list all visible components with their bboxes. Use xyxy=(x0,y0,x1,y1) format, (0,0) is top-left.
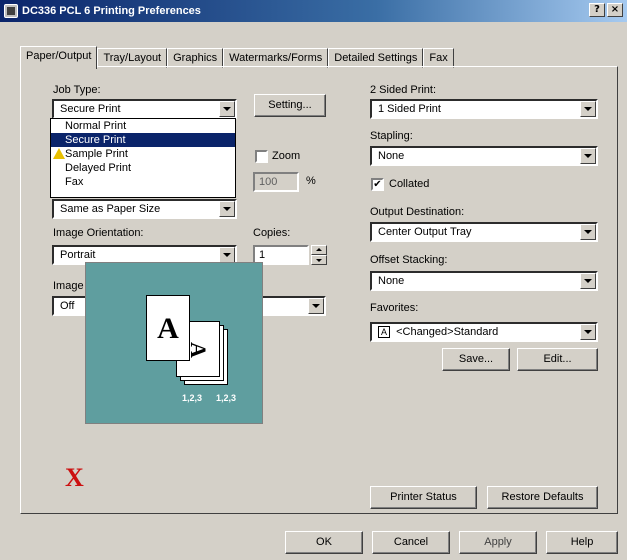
zoom-input[interactable]: 100 xyxy=(253,172,299,192)
stapling-select[interactable]: None xyxy=(370,146,598,166)
printing-preferences-window: DC336 PCL 6 Printing Preferences ? × Pap… xyxy=(0,0,627,560)
job-type-option-delayed[interactable]: Delayed Print xyxy=(51,161,235,175)
spin-up-icon[interactable] xyxy=(311,245,327,255)
job-type-label: Job Type: xyxy=(53,84,101,96)
window-title: DC336 PCL 6 Printing Preferences xyxy=(22,5,201,17)
help-title-button[interactable]: ? xyxy=(589,3,605,17)
collate-label-1: 1,2,3 xyxy=(182,393,203,403)
chevron-down-icon[interactable] xyxy=(308,298,324,314)
chevron-down-icon[interactable] xyxy=(219,201,235,217)
output-destination-select[interactable]: Center Output Tray xyxy=(370,222,598,242)
collate-label-2: 1,2,3 xyxy=(216,393,237,403)
job-type-option-normal[interactable]: Normal Print xyxy=(51,119,235,133)
chevron-down-icon[interactable] xyxy=(580,224,596,240)
favorites-edit-button[interactable]: Edit... xyxy=(517,348,598,371)
two-sided-value: 1 Sided Print xyxy=(378,103,441,115)
orientation-value: Portrait xyxy=(60,249,96,261)
chevron-down-icon[interactable] xyxy=(580,324,596,340)
help-button[interactable]: Help xyxy=(546,531,618,554)
settings-button[interactable]: Setting... xyxy=(254,94,326,117)
title-bar: DC336 PCL 6 Printing Preferences ? × xyxy=(0,0,627,22)
offset-stacking-value: None xyxy=(378,275,405,287)
stapling-label: Stapling: xyxy=(370,130,413,142)
warning-icon xyxy=(53,148,65,159)
collated-checkbox[interactable]: ✔ xyxy=(371,178,384,191)
printer-status-button[interactable]: Printer Status xyxy=(370,486,477,509)
two-sided-label: 2 Sided Print: xyxy=(370,84,437,96)
two-sided-select[interactable]: 1 Sided Print xyxy=(370,99,598,119)
chevron-down-icon[interactable] xyxy=(219,101,235,117)
tab-paper-output[interactable]: Paper/Output xyxy=(20,46,98,69)
output-size-value: Same as Paper Size xyxy=(60,203,161,215)
offset-stacking-select[interactable]: None xyxy=(370,271,598,291)
tab-tray-layout[interactable]: Tray/Layout xyxy=(97,48,168,68)
tab-watermarks-forms[interactable]: Watermarks/Forms xyxy=(223,48,329,68)
rotation-value: Off xyxy=(60,300,75,312)
favorites-label: Favorites: xyxy=(370,302,419,314)
favorites-select[interactable]: A <Changed>Standard xyxy=(370,322,598,342)
copies-spinner[interactable] xyxy=(311,245,327,265)
restore-defaults-button[interactable]: Restore Defaults xyxy=(487,486,598,509)
preview-page-portrait: A xyxy=(146,295,190,361)
favorites-save-button[interactable]: Save... xyxy=(442,348,510,371)
output-destination-value: Center Output Tray xyxy=(378,226,472,238)
zoom-checkbox[interactable] xyxy=(255,150,268,163)
job-type-select[interactable]: Secure Print xyxy=(52,99,237,119)
tab-graphics[interactable]: Graphics xyxy=(167,48,224,68)
output-size-select[interactable]: Same as Paper Size xyxy=(52,199,237,219)
job-type-value: Secure Print xyxy=(60,103,121,115)
spin-down-icon[interactable] xyxy=(311,255,327,265)
offset-stacking-label: Offset Stacking: xyxy=(370,254,448,266)
favorites-value: <Changed>Standard xyxy=(396,326,499,338)
orientation-label: Image Orientation: xyxy=(53,227,144,239)
job-type-option-sample[interactable]: Sample Print xyxy=(51,147,235,161)
zoom-unit: % xyxy=(306,175,316,187)
printer-icon xyxy=(4,4,18,18)
tab-fax[interactable]: Fax xyxy=(423,48,454,68)
apply-button[interactable]: Apply xyxy=(459,531,537,554)
ok-button[interactable]: OK xyxy=(285,531,363,554)
cancel-button[interactable]: Cancel xyxy=(372,531,450,554)
tab-detailed-settings[interactable]: Detailed Settings xyxy=(328,48,424,68)
chevron-down-icon[interactable] xyxy=(219,247,235,263)
x-icon: X xyxy=(65,463,84,492)
zoom-label: Zoom xyxy=(272,150,301,162)
job-type-dropdown-list: Normal Print Secure Print Sample Print D… xyxy=(50,118,236,198)
collated-label: Collated xyxy=(389,178,430,190)
favorite-type-icon: A xyxy=(378,326,391,338)
stapling-value: None xyxy=(378,150,405,162)
job-type-option-fax[interactable]: Fax xyxy=(51,175,235,189)
job-type-option-secure[interactable]: Secure Print xyxy=(51,133,235,147)
output-destination-label: Output Destination: xyxy=(370,206,465,218)
chevron-down-icon[interactable] xyxy=(580,101,596,117)
chevron-down-icon[interactable] xyxy=(580,273,596,289)
chevron-down-icon[interactable] xyxy=(580,148,596,164)
tab-strip: Paper/Output Tray/Layout Graphics Waterm… xyxy=(20,46,454,69)
layout-preview: A A 1,2,3 1,2,3 xyxy=(85,262,263,424)
close-button[interactable]: × xyxy=(607,3,623,17)
copies-label: Copies: xyxy=(253,227,291,239)
